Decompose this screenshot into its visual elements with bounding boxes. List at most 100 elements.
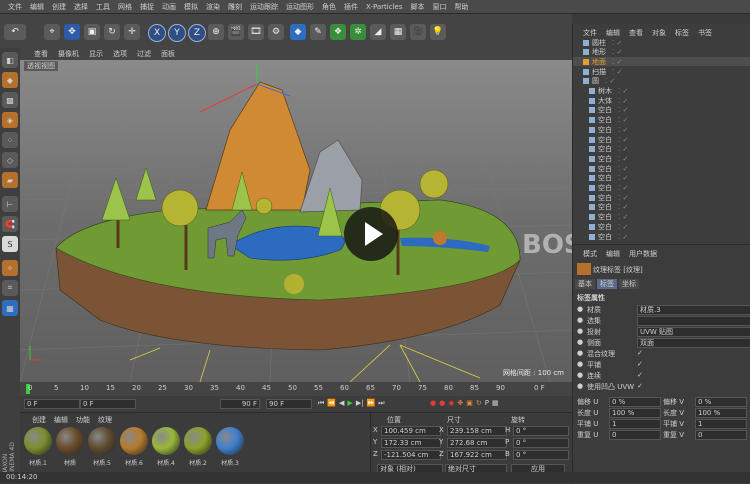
render-settings-button[interactable]: ⚙ bbox=[268, 24, 284, 40]
object-menu-item[interactable]: 对象 bbox=[652, 28, 666, 38]
property-value-field[interactable]: 双面 bbox=[637, 338, 750, 348]
next-key-icon[interactable]: ⏩ bbox=[367, 399, 376, 408]
offset-field[interactable]: 1 bbox=[609, 419, 661, 429]
viewport-menu-item[interactable]: 查看 bbox=[34, 49, 48, 59]
model-mode-icon[interactable]: ◆ bbox=[2, 72, 18, 88]
floor-button[interactable]: ▦ bbox=[390, 24, 406, 40]
key-param-icon[interactable]: P bbox=[485, 399, 489, 407]
material-swatch[interactable] bbox=[88, 427, 116, 455]
prev-frame-icon[interactable]: ◀ bbox=[339, 399, 344, 408]
menu-item[interactable]: 网格 bbox=[118, 2, 132, 12]
object-row[interactable]: 圆 ⁚ ✓ bbox=[573, 77, 750, 86]
record-icon[interactable]: ● bbox=[430, 399, 436, 407]
array-button[interactable]: ✲ bbox=[350, 24, 366, 40]
menu-item[interactable]: 选择 bbox=[74, 2, 88, 12]
material-swatch[interactable] bbox=[184, 427, 212, 455]
edges-mode-icon[interactable]: ◇ bbox=[2, 152, 18, 168]
solo-mode-icon[interactable]: S bbox=[2, 236, 18, 252]
size-field[interactable]: 239.158 cm bbox=[447, 426, 507, 436]
object-row[interactable]: 空白 ⁚ ✓ bbox=[573, 184, 750, 193]
object-row[interactable]: 空白 ⁚ ✓ bbox=[573, 232, 750, 241]
rotation-field[interactable]: 0 ° bbox=[513, 438, 569, 448]
material-menu-item[interactable]: 功能 bbox=[76, 415, 90, 425]
material-swatch[interactable] bbox=[152, 427, 180, 455]
size-field[interactable]: 167.922 cm bbox=[447, 450, 507, 460]
scale-tool-button[interactable]: ▣ bbox=[84, 24, 100, 40]
property-value-field[interactable]: UVW 贴图 bbox=[637, 327, 750, 337]
position-field[interactable]: 100.459 cm bbox=[381, 426, 441, 436]
object-row[interactable]: 树木 ⁚ ✓ bbox=[573, 87, 750, 96]
play-video-button[interactable] bbox=[344, 207, 398, 261]
grid-snap-icon[interactable]: ▦ bbox=[2, 300, 18, 316]
menu-item[interactable]: 雕刻 bbox=[228, 2, 242, 12]
recent-tool-button[interactable]: ✛ bbox=[124, 24, 140, 40]
menu-item[interactable]: 动画 bbox=[162, 2, 176, 12]
object-row[interactable]: 空白 ⁚ ✓ bbox=[573, 174, 750, 183]
menu-item[interactable]: 工具 bbox=[96, 2, 110, 12]
property-checkbox[interactable]: ✓ bbox=[637, 382, 643, 390]
menu-item[interactable]: 插件 bbox=[344, 2, 358, 12]
object-row[interactable]: 圆柱 ⁚ ✓ bbox=[573, 38, 750, 47]
object-row[interactable]: 空白 ⁚ ✓ bbox=[573, 116, 750, 125]
key-pla-icon[interactable]: ▦ bbox=[492, 399, 499, 407]
offset-field[interactable]: 100 % bbox=[695, 408, 747, 418]
timeline-ruler[interactable]: 0 5 10 15 20 25 30 35 40 45 50 55 60 65 70 75 80 85 90 0 F bbox=[20, 382, 572, 396]
menu-item[interactable]: 模拟 bbox=[184, 2, 198, 12]
object-row[interactable]: 空白 ⁚ ✓ bbox=[573, 193, 750, 202]
go-to-end-icon[interactable]: ⏭ bbox=[378, 399, 384, 408]
start-frame-field[interactable]: 0 F bbox=[24, 399, 80, 409]
object-row[interactable]: 空白 ⁚ ✓ bbox=[573, 203, 750, 212]
move-tool-button[interactable]: ✥ bbox=[64, 24, 80, 40]
object-menu-item[interactable]: 标签 bbox=[675, 28, 689, 38]
menu-item[interactable]: 运动图形 bbox=[286, 2, 314, 12]
menu-item[interactable]: 文件 bbox=[8, 2, 22, 12]
rotation-field[interactable]: 0 ° bbox=[513, 426, 569, 436]
next-frame-icon[interactable]: ▶| bbox=[356, 399, 364, 408]
offset-field[interactable]: 0 bbox=[609, 430, 661, 440]
rotation-field[interactable]: 0 ° bbox=[513, 450, 569, 460]
object-row[interactable]: 扫描 ⁚ ✓ bbox=[573, 67, 750, 76]
offset-field[interactable]: 100 % bbox=[609, 408, 661, 418]
object-row[interactable]: 大体 ⁚ ✓ bbox=[573, 96, 750, 105]
menu-item[interactable]: 角色 bbox=[322, 2, 336, 12]
attribute-menu-item[interactable]: 模式 bbox=[583, 249, 597, 259]
offset-field[interactable]: 1 bbox=[695, 419, 747, 429]
material-swatch[interactable] bbox=[120, 427, 148, 455]
object-row[interactable]: 空白 ⁚ ✓ bbox=[573, 135, 750, 144]
material-menu-item[interactable]: 创建 bbox=[32, 415, 46, 425]
menu-item[interactable]: 创建 bbox=[52, 2, 66, 12]
coordinate-system-button[interactable]: ⊕ bbox=[208, 24, 224, 40]
axis-mode-icon[interactable]: ⊢ bbox=[2, 196, 18, 212]
max-frame-field[interactable]: 90 F bbox=[220, 399, 260, 409]
live-select-button[interactable]: ⌖ bbox=[44, 24, 60, 40]
key-rotation-icon[interactable]: ↻ bbox=[476, 399, 482, 407]
material-swatch[interactable] bbox=[24, 427, 52, 455]
attribute-tab[interactable]: 标签 bbox=[597, 279, 617, 289]
rotate-tool-button[interactable]: ↻ bbox=[104, 24, 120, 40]
object-row[interactable]: 空白 ⁚ ✓ bbox=[573, 213, 750, 222]
offset-field[interactable]: 0 % bbox=[695, 397, 747, 407]
object-row[interactable]: 地面 ⁚ ✓ bbox=[573, 57, 750, 67]
light-button[interactable]: 💡 bbox=[430, 24, 446, 40]
go-to-start-icon[interactable]: ⏮ bbox=[318, 399, 324, 408]
perspective-viewport[interactable]: 透视视图 网格间距 : 100 cm BOSS 资源 bbox=[20, 60, 572, 382]
menu-item[interactable]: 捕捉 bbox=[140, 2, 154, 12]
material-swatch[interactable] bbox=[56, 427, 84, 455]
play-forward-icon[interactable]: ▶ bbox=[347, 399, 352, 408]
end-frame-field[interactable]: 0 F bbox=[534, 384, 570, 392]
workplane-icon[interactable]: ◈ bbox=[2, 112, 18, 128]
object-menu-item[interactable]: 编辑 bbox=[606, 28, 620, 38]
keyframe-selection-icon[interactable]: ◉ bbox=[448, 399, 454, 407]
subdivision-button[interactable]: ❖ bbox=[330, 24, 346, 40]
camera-button[interactable]: 🎥 bbox=[410, 24, 426, 40]
menu-item[interactable]: 帮助 bbox=[454, 2, 468, 12]
snap-icon[interactable]: 🧲 bbox=[2, 216, 18, 232]
material-menu-item[interactable]: 纹理 bbox=[98, 415, 112, 425]
object-row[interactable]: 空白 ⁚ ✓ bbox=[573, 106, 750, 115]
object-row[interactable]: 空白 ⁚ ✓ bbox=[573, 164, 750, 173]
sculpt-icon[interactable]: ✧ bbox=[2, 260, 18, 276]
viewport-menu-item[interactable]: 显示 bbox=[89, 49, 103, 59]
menu-item[interactable]: 运动跟踪 bbox=[250, 2, 278, 12]
x-axis-button[interactable]: X bbox=[148, 24, 166, 42]
cube-primitive-button[interactable]: ◆ bbox=[290, 24, 306, 40]
